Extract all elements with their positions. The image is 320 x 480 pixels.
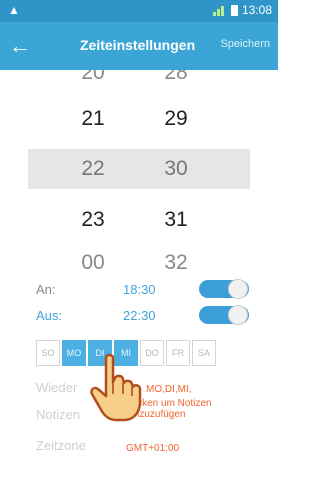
minute-value[interactable]: 32 bbox=[146, 251, 206, 270]
day-sunday[interactable]: SO bbox=[36, 340, 60, 366]
minute-value[interactable]: 29 bbox=[146, 107, 206, 131]
warning-icon: ▲ bbox=[8, 3, 20, 17]
battery-icon bbox=[230, 4, 238, 16]
on-row[interactable]: An: 18:30 bbox=[0, 276, 278, 304]
status-bar: ▲ 13:08 bbox=[0, 0, 278, 22]
app-toolbar: ← Zeiteinstellungen Speichern bbox=[0, 22, 278, 70]
repeat-label: Wieder bbox=[36, 380, 78, 395]
day-monday[interactable]: MO bbox=[62, 340, 86, 366]
off-row[interactable]: Aus: 22:30 bbox=[0, 302, 278, 330]
back-button[interactable]: ← bbox=[6, 32, 34, 60]
on-time[interactable]: 18:30 bbox=[123, 282, 156, 297]
picker-row-selected[interactable]: 22 30 bbox=[0, 149, 278, 189]
repeat-value[interactable]: MO,DI,MI, bbox=[146, 384, 192, 395]
minute-value-selected[interactable]: 30 bbox=[146, 157, 206, 181]
save-button[interactable]: Speichern bbox=[220, 38, 270, 50]
arrow-left-icon: ← bbox=[9, 33, 31, 58]
status-right: 13:08 bbox=[212, 3, 272, 17]
minute-value[interactable]: 31 bbox=[146, 208, 206, 232]
timezone-value[interactable]: GMT+01:00 bbox=[126, 443, 179, 454]
hour-value[interactable]: 00 bbox=[63, 251, 123, 270]
hour-value[interactable]: 20 bbox=[63, 70, 123, 85]
off-time[interactable]: 22:30 bbox=[123, 308, 156, 323]
timezone-label: Zeitzone bbox=[36, 438, 86, 453]
page-title: Zeiteinstellungen bbox=[80, 37, 196, 53]
on-toggle[interactable] bbox=[199, 279, 249, 299]
on-label: An: bbox=[36, 282, 56, 297]
day-saturday[interactable]: SA bbox=[192, 340, 216, 366]
picker-row[interactable]: 20 28 bbox=[0, 70, 278, 93]
picker-row[interactable]: 23 31 bbox=[0, 200, 278, 240]
signal-icon bbox=[212, 4, 227, 16]
picker-row[interactable]: 00 32 bbox=[0, 243, 278, 270]
notes-label: Notizen bbox=[36, 407, 81, 422]
time-picker[interactable]: 20 28 21 29 22 30 23 31 00 32 bbox=[0, 70, 278, 270]
toggle-knob bbox=[228, 305, 248, 325]
off-toggle[interactable] bbox=[199, 305, 249, 325]
off-label: Aus: bbox=[36, 308, 63, 323]
picker-row[interactable]: 21 29 bbox=[0, 99, 278, 139]
status-time: 13:08 bbox=[241, 3, 272, 17]
hour-value-selected[interactable]: 22 bbox=[63, 157, 123, 181]
minute-value[interactable]: 28 bbox=[146, 70, 206, 85]
hour-value[interactable]: 23 bbox=[63, 208, 123, 232]
hand-pointer-icon bbox=[90, 353, 142, 422]
toggle-knob bbox=[228, 279, 248, 299]
hour-value[interactable]: 21 bbox=[63, 107, 123, 131]
day-friday[interactable]: FR bbox=[166, 340, 190, 366]
